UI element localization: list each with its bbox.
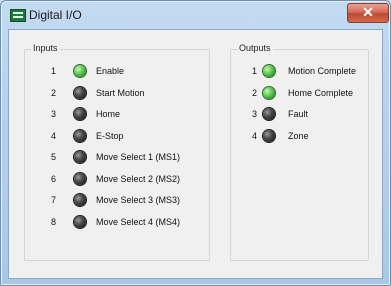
input-label: Move Select 2 (MS2) [96,173,181,184]
led-indicator-icon [74,65,86,77]
input-number: 8 [50,216,56,227]
led-indicator-icon [74,108,86,120]
input-label: Move Select 3 (MS3) [96,195,181,205]
inputs-group-label: Inputs [31,43,60,53]
led-indicator-icon [74,129,86,142]
title-bar[interactable]: Digital I/O ✕ [1,1,390,29]
led-indicator-icon [74,215,86,228]
input-number: 3 [50,109,56,119]
digital-io-window: Digital I/O ✕ Inputs 1 Enable 2 Start Motio… [0,0,391,286]
input-number: 4 [50,130,56,141]
output-number: 4 [251,130,257,141]
input-label: Enable [96,66,125,76]
outputs-group: Outputs 1 Motion Complete 2 Home Complete 3 F… [230,43,369,261]
output-number: 1 [251,66,257,76]
input-number: 1 [50,66,56,76]
led-indicator-icon [263,108,275,120]
input-number: 2 [50,87,56,98]
input-label: Move Select 4 (MS4) [96,216,181,227]
outputs-group-label: Outputs [237,43,273,53]
close-button[interactable]: ✕ [347,3,389,23]
led-indicator-icon [74,172,86,185]
led-indicator-icon [263,86,275,99]
inputs-group: Inputs 1 Enable 2 Start Motion 3 Home 4 E-Stop 5… [24,43,210,261]
input-label: Home [96,109,121,119]
led-indicator-icon [74,194,86,206]
output-label: Motion Complete [288,66,357,76]
close-icon: ✕ [362,4,374,20]
input-label: E-Stop [96,130,124,141]
digital-io-icon [10,9,26,22]
led-indicator-icon [263,129,275,142]
output-number: 3 [251,109,257,119]
output-number: 2 [251,87,257,98]
led-indicator-icon [74,86,86,99]
output-label: Zone [288,130,309,141]
output-label: Fault [288,109,309,119]
output-label: Home Complete [288,87,354,98]
input-label: Move Select 1 (MS1) [96,152,181,162]
input-number: 7 [50,195,56,205]
client-area: Inputs 1 Enable 2 Start Motion 3 Home 4 E-Stop 5… [8,29,383,279]
input-label: Start Motion [96,87,145,98]
input-number: 5 [50,152,56,162]
window-title: Digital I/O [29,8,82,22]
led-indicator-icon [263,65,275,77]
led-indicator-icon [74,151,86,163]
input-number: 6 [50,173,56,184]
